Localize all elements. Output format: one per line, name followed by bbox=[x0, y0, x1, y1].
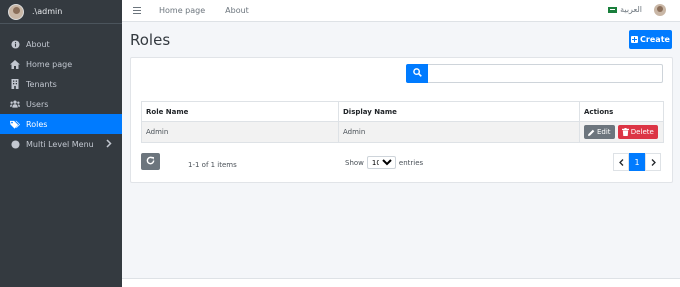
chevron-left-icon bbox=[618, 158, 623, 166]
search-button[interactable] bbox=[406, 64, 428, 83]
tags-icon bbox=[10, 119, 20, 129]
edit-button[interactable]: Edit bbox=[584, 125, 615, 140]
sidebar: .\admin About Home page Tenants Users Ro… bbox=[0, 0, 122, 287]
refresh-button[interactable] bbox=[141, 153, 160, 170]
user-avatar[interactable] bbox=[654, 4, 666, 16]
sidebar-nav: About Home page Tenants Users Roles Mult… bbox=[0, 34, 122, 154]
trash-icon bbox=[621, 127, 629, 136]
footer bbox=[122, 278, 680, 287]
roles-table: Role Name Display Name Actions Admin Adm… bbox=[141, 101, 664, 143]
building-icon bbox=[10, 79, 20, 89]
sidebar-item-about[interactable]: About bbox=[0, 34, 122, 54]
roles-card: Role Name Display Name Actions Admin Adm… bbox=[130, 57, 673, 183]
entries-label: entries bbox=[398, 158, 424, 167]
avatar bbox=[8, 3, 24, 20]
sidebar-item-label: Home page bbox=[26, 59, 73, 69]
sidebar-item-label: About bbox=[26, 39, 50, 49]
delete-button[interactable]: Delete bbox=[617, 124, 658, 139]
refresh-icon bbox=[146, 156, 155, 167]
column-header: Actions bbox=[579, 101, 664, 122]
actions-cell: Edit Delete bbox=[579, 121, 664, 143]
page-size-select[interactable]: 10 bbox=[366, 156, 396, 169]
column-header[interactable]: Display Name bbox=[338, 101, 580, 122]
table-header-row: Role Name Display Name Actions bbox=[141, 101, 664, 122]
home-icon bbox=[10, 59, 20, 69]
edit-label: Edit bbox=[597, 128, 611, 137]
sidebar-item-home[interactable]: Home page bbox=[0, 54, 122, 74]
next-page-button[interactable] bbox=[645, 153, 661, 171]
page-title: Roles bbox=[130, 31, 171, 49]
sidebar-item-label: Users bbox=[26, 99, 49, 109]
search-icon bbox=[412, 68, 422, 79]
flag-icon bbox=[608, 6, 618, 13]
info-circle-icon bbox=[10, 39, 20, 49]
pagination: 1 bbox=[613, 153, 661, 171]
page-size-control: Show 10 entries bbox=[345, 156, 423, 169]
column-header[interactable]: Role Name bbox=[141, 101, 339, 122]
chevron-right-icon bbox=[651, 158, 656, 166]
sidebar-user[interactable]: .\admin bbox=[0, 0, 122, 24]
nav-link-about[interactable]: About bbox=[225, 6, 249, 15]
edit-icon bbox=[588, 129, 595, 136]
circle-icon bbox=[10, 139, 20, 149]
top-navbar: Home page About العربية bbox=[122, 0, 680, 22]
plus-square-icon bbox=[631, 36, 639, 43]
sidebar-item-tenants[interactable]: Tenants bbox=[0, 74, 122, 94]
menu-toggle-icon[interactable] bbox=[133, 7, 141, 14]
search-input[interactable] bbox=[428, 64, 663, 83]
role-name-cell: Admin bbox=[141, 121, 339, 143]
sidebar-item-multi-level-menu[interactable]: Multi Level Menu bbox=[0, 134, 122, 154]
language-label: العربية bbox=[620, 5, 642, 14]
create-label: Create bbox=[640, 35, 670, 44]
sidebar-item-label: Multi Level Menu bbox=[26, 139, 94, 149]
delete-label: Delete bbox=[630, 127, 654, 136]
language-switcher[interactable]: العربية bbox=[608, 5, 642, 14]
nav-link-home[interactable]: Home page bbox=[159, 6, 205, 15]
sidebar-item-label: Tenants bbox=[26, 79, 57, 89]
create-button[interactable]: Create bbox=[629, 30, 672, 49]
table-row: Admin Admin Edit Delete bbox=[141, 121, 664, 143]
user-name: .\admin bbox=[32, 7, 63, 16]
sidebar-item-label: Roles bbox=[26, 119, 48, 129]
items-count: 1-1 of 1 items bbox=[188, 161, 237, 169]
sidebar-item-users[interactable]: Users bbox=[0, 94, 122, 114]
page-button[interactable]: 1 bbox=[629, 153, 645, 171]
chevron-right-icon bbox=[106, 139, 114, 149]
prev-page-button[interactable] bbox=[613, 153, 629, 171]
display-name-cell: Admin bbox=[338, 121, 580, 143]
users-icon bbox=[10, 99, 20, 109]
sidebar-item-roles[interactable]: Roles bbox=[0, 114, 122, 134]
show-label: Show bbox=[345, 158, 364, 167]
